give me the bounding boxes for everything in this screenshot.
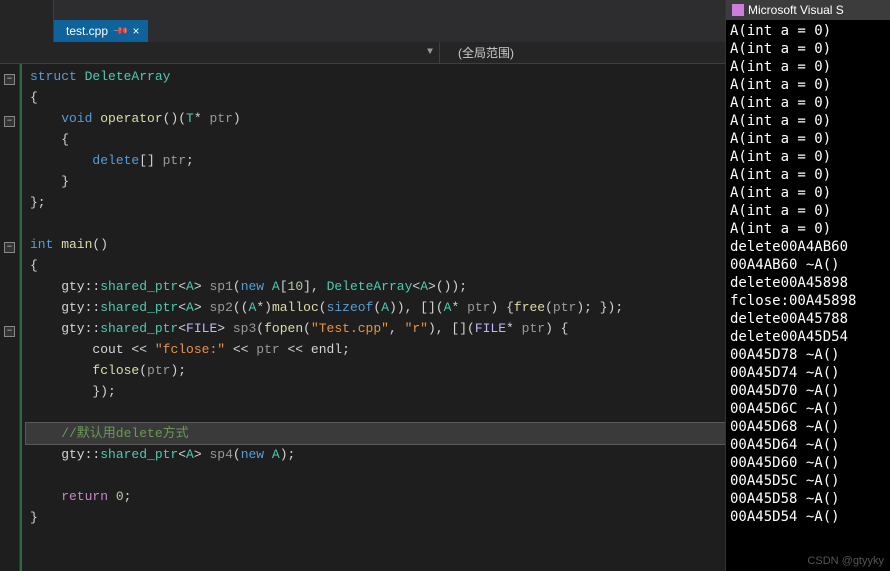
file-tab-active[interactable]: test.cpp 📌 ×	[54, 20, 148, 42]
visual-studio-icon	[732, 4, 744, 16]
code-editor[interactable]: − − − − struct DeleteArray { void operat…	[0, 64, 725, 571]
navigation-bar: ▼ (全局范围)	[0, 42, 725, 64]
current-line: //默认用delete方式	[26, 423, 725, 444]
scope-dropdown-left[interactable]: ▼	[0, 42, 440, 63]
fold-toggle[interactable]: −	[4, 116, 15, 127]
fold-gutter: − − − −	[0, 64, 20, 571]
console-output[interactable]: A(int a = 0) A(int a = 0) A(int a = 0) A…	[726, 20, 890, 571]
tab-filename: test.cpp	[66, 24, 108, 38]
fold-toggle[interactable]: −	[4, 242, 15, 253]
console-panel: Microsoft Visual S A(int a = 0) A(int a …	[725, 0, 890, 571]
tab-bar: test.cpp 📌 ×	[0, 20, 725, 42]
scope-dropdown-right[interactable]: (全局范围)	[440, 44, 725, 61]
chevron-down-icon: ▼	[427, 47, 433, 58]
pin-icon[interactable]: 📌	[112, 23, 129, 40]
code-text-area[interactable]: struct DeleteArray { void operator()(T* …	[20, 64, 725, 571]
console-title-bar[interactable]: Microsoft Visual S	[726, 0, 890, 20]
console-title-text: Microsoft Visual S	[748, 3, 844, 17]
tab-well-spacer	[0, 20, 54, 42]
fold-toggle[interactable]: −	[4, 74, 15, 85]
window-chrome-top	[0, 0, 725, 20]
editor-panel: test.cpp 📌 × ▼ (全局范围) − − − − struct Del…	[0, 0, 725, 571]
fold-toggle[interactable]: −	[4, 326, 15, 337]
close-icon[interactable]: ×	[132, 24, 139, 38]
watermark: CSDN @gtyyky	[807, 555, 884, 567]
scope-label: (全局范围)	[458, 46, 514, 60]
